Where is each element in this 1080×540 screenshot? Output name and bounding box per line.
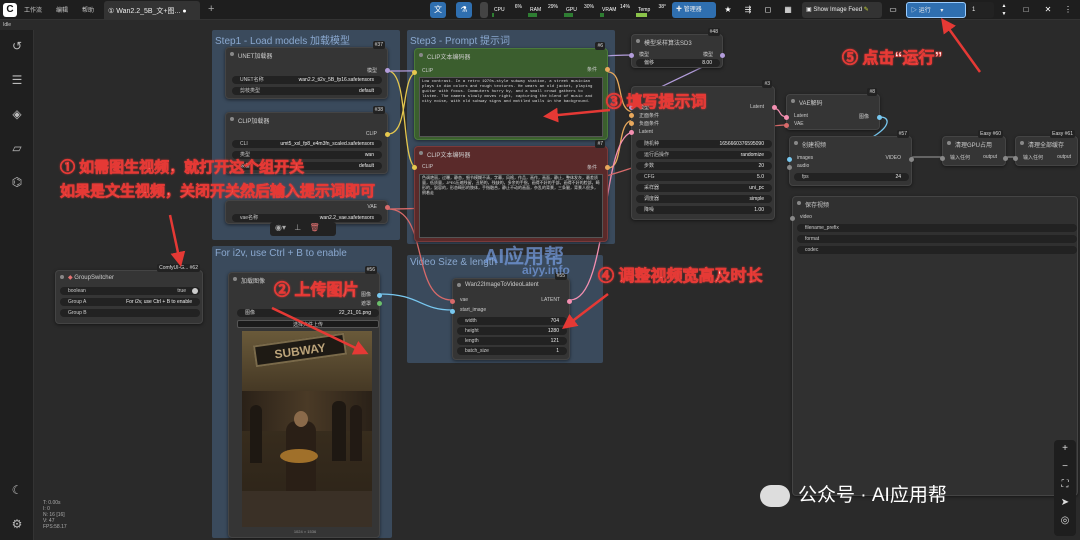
render-stats: T: 0.00s I: 0 N: 16 [16] V: 47 FPS:58.17: [43, 500, 67, 530]
zoom-in-icon[interactable]: +: [1054, 440, 1076, 458]
wechat-icon: [760, 484, 790, 507]
toggle-links-icon[interactable]: ◎: [1054, 512, 1076, 530]
annotation-step1-line1: ① 如需图生视频，就打开这个组开关: [60, 159, 305, 177]
annotation-arrows: [168, 17, 982, 355]
annotation-step1-line2: 如果是文生视频，关闭开关然后输入提示词即可: [60, 183, 376, 201]
fit-view-icon[interactable]: ⛶: [1054, 476, 1076, 494]
annotation-step3: ③ 填写提示词: [606, 94, 707, 112]
select-mode-icon[interactable]: ➤: [1054, 494, 1076, 512]
canvas-tools: + − ⛶ ➤ ◎: [1054, 440, 1076, 536]
annotation-step4: ④ 调整视频宽高及时长: [598, 268, 763, 286]
annotation-step5: ⑤ 点击“运行”: [842, 50, 943, 68]
wechat-label: 公众号 · AI应用帮: [798, 485, 947, 506]
annotation-step2: ② 上传图片: [274, 282, 359, 300]
wechat-footer: 公众号 · AI应用帮: [760, 480, 1050, 510]
zoom-out-icon[interactable]: −: [1054, 458, 1076, 476]
